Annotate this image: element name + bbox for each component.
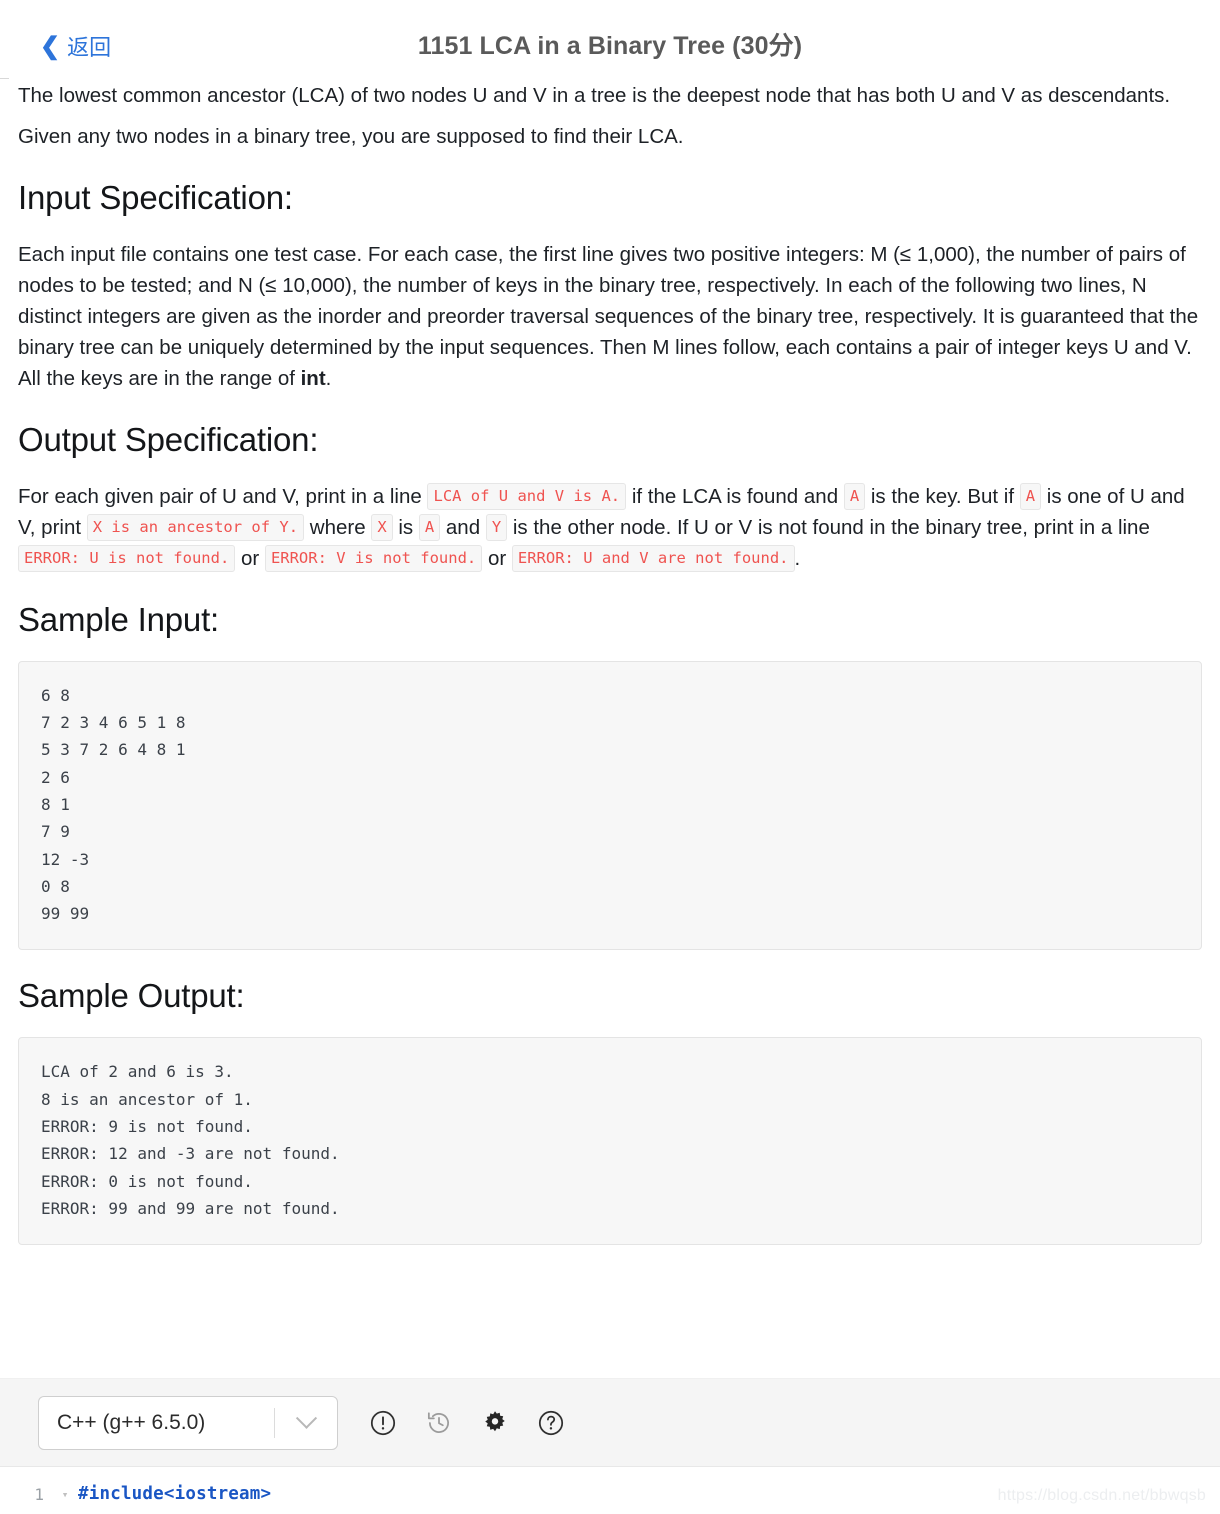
input-spec-text-part-2: .: [325, 366, 332, 390]
intro-paragraph-1: The lowest common ancestor (LCA) of two …: [18, 84, 1171, 107]
out-t9: or: [235, 546, 265, 570]
out-t5: where: [304, 515, 372, 539]
chevron-left-icon: ❮: [40, 33, 61, 60]
problem-content: The lowest common ancestor (LCA) of two …: [0, 80, 1220, 1246]
code-line-text: #include<iostream>: [78, 1484, 272, 1504]
line-number: 1: [34, 1484, 44, 1504]
chevron-down-icon[interactable]: [275, 1407, 337, 1430]
back-button-label: 返回: [67, 35, 112, 60]
code-y: Y: [485, 513, 508, 541]
fold-triangle-icon[interactable]: ▾: [52, 1488, 78, 1501]
sample-output-heading: Sample Output:: [18, 977, 245, 1015]
question-circle-icon[interactable]: [536, 1408, 566, 1438]
page-title: 1151 LCA in a Binary Tree (30分): [417, 32, 803, 60]
out-t6: is: [392, 515, 419, 539]
out-t7: and: [440, 515, 486, 539]
watermark: https://blog.csdn.net/bbwqsb: [997, 1487, 1206, 1504]
input-spec-bold-term: int: [300, 366, 326, 390]
out-t10: or: [482, 546, 512, 570]
language-select-value: C++ (g++ 6.5.0): [57, 1410, 206, 1434]
out-t3: is the key. But if: [865, 484, 1020, 508]
input-specification-heading: Input Specification:: [18, 179, 293, 216]
code-lca-format: LCA of U and V is A.: [427, 482, 627, 510]
code-ancestor-format: X is an ancestor of Y.: [86, 513, 305, 541]
out-t8: is the other node. If U or V is not foun…: [507, 515, 1150, 539]
output-specification-text: For each given pair of U and V, print in…: [18, 481, 1202, 574]
editor-toolbar: C++ (g++ 6.5.0): [0, 1378, 1220, 1466]
gear-icon[interactable]: [480, 1408, 510, 1438]
code-x: X: [371, 513, 393, 541]
out-t1: For each given pair of U and V, print in…: [18, 484, 428, 508]
input-specification-text: Each input file contains one test case. …: [18, 239, 1202, 394]
page-header: ❮ 返回 1151 LCA in a Binary Tree (30分): [0, 0, 1220, 80]
code-a-key-1: A: [843, 482, 866, 510]
header-divider: [0, 78, 9, 79]
out-t2: if the LCA is found and: [626, 484, 844, 508]
language-select[interactable]: C++ (g++ 6.5.0): [38, 1395, 338, 1450]
intro-paragraph-2: Given any two nodes in a binary tree, yo…: [18, 125, 684, 148]
exclamation-circle-icon[interactable]: [368, 1408, 398, 1438]
sample-output-block: LCA of 2 and 6 is 3. 8 is an ancestor of…: [18, 1037, 1202, 1246]
output-specification-heading: Output Specification:: [18, 420, 319, 458]
back-button[interactable]: ❮ 返回: [40, 33, 112, 60]
code-a-key-2: A: [1019, 482, 1042, 510]
sample-input-block: 6 8 7 2 3 4 6 5 1 8 5 3 7 2 6 4 8 1 2 6 …: [18, 660, 1202, 951]
input-spec-text-part-1: Each input file contains one test case. …: [18, 242, 1199, 390]
code-error-v: ERROR: V is not found.: [264, 544, 483, 572]
code-a-key-3: A: [418, 513, 441, 541]
history-icon[interactable]: [424, 1408, 454, 1438]
editor-toolbar-icons: [368, 1408, 566, 1438]
code-error-u: ERROR: U is not found.: [18, 544, 236, 572]
out-t11: .: [794, 546, 801, 570]
code-error-uv: ERROR: U and V are not found.: [511, 544, 795, 572]
sample-input-heading: Sample Input:: [18, 600, 220, 638]
